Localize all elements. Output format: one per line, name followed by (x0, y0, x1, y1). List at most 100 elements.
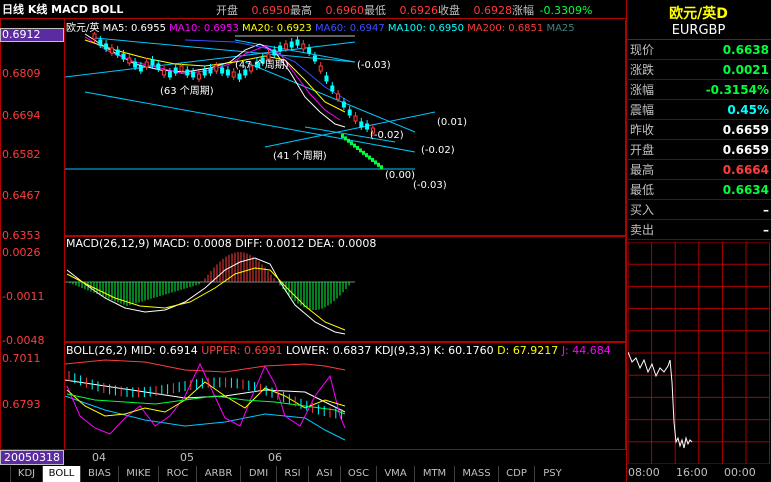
projection-dot (359, 148, 362, 153)
candle-body (109, 47, 114, 54)
tab-rsi[interactable]: RSI (276, 466, 308, 482)
candlesticks (92, 32, 375, 136)
candle-body (283, 43, 288, 50)
boll-candlesticks (68, 371, 343, 420)
annotation-a1: (-0.03) (357, 60, 391, 71)
y-tick-macd-1: -0.0011 (2, 290, 45, 303)
candle-body (307, 47, 312, 54)
tab-mass[interactable]: MASS (454, 466, 498, 482)
candle-body (214, 65, 219, 72)
info-label: 最低 (630, 183, 655, 197)
candle-body (138, 65, 143, 72)
high-label: 最高 (290, 4, 312, 17)
candle-body (266, 53, 271, 60)
macd-chart[interactable] (65, 250, 625, 340)
macd-histogram (69, 252, 350, 310)
candle-body (127, 57, 132, 64)
candle-body (104, 43, 109, 50)
info-value: 0.6659 (722, 123, 769, 137)
candle-body (191, 71, 196, 78)
info-value: – (763, 203, 769, 217)
projection-dot (365, 153, 368, 158)
candle-body (231, 71, 236, 78)
tab-arbr[interactable]: ARBR (196, 466, 240, 482)
tab-asi[interactable]: ASI (308, 466, 340, 482)
candle-body (144, 61, 149, 68)
low-value: 0.6926 (399, 4, 439, 17)
y-tick-main-5: 0.6353 (2, 229, 41, 242)
tab-boll[interactable]: BOLL (42, 466, 80, 482)
annotation-63: (63 个周期) (160, 85, 214, 97)
info-row-3: 震幅 0.45% (628, 100, 771, 120)
candle-body (324, 75, 329, 82)
projection-dot (353, 143, 356, 148)
info-label: 涨跌 (630, 63, 655, 77)
candle-body (92, 33, 97, 40)
change-value: -0.3309% (539, 4, 593, 17)
open-label: 开盘 (216, 4, 238, 17)
info-label: 卖出 (630, 223, 655, 237)
info-label: 震幅 (630, 103, 655, 117)
high-value: 0.6960 (325, 4, 365, 17)
tab-mtm[interactable]: MTM (414, 466, 454, 482)
candle-body (278, 45, 283, 52)
info-value: 0.0021 (722, 63, 769, 77)
x-tick-month-05: 05 (180, 451, 194, 464)
mini-time-1600: 16:00 (676, 466, 708, 479)
info-row-6: 最高 0.6664 (628, 160, 771, 180)
x-tick-month-04: 04 (92, 451, 106, 464)
tab-mike[interactable]: MIKE (118, 466, 158, 482)
projection-dot (362, 150, 365, 155)
candle-body (225, 69, 230, 76)
tab-bias[interactable]: BIAS (80, 466, 118, 482)
change-label: 涨幅 (512, 4, 534, 17)
info-label: 现价 (630, 43, 655, 57)
projection-dot (347, 138, 350, 143)
info-value: 0.6664 (722, 163, 769, 177)
macd-legend: MACD(26,12,9) MACD: 0.0008 DIFF: 0.0012 … (66, 237, 376, 250)
tab-cdp[interactable]: CDP (498, 466, 534, 482)
tab-psy[interactable]: PSY (534, 466, 570, 482)
tab-vma[interactable]: VMA (376, 466, 414, 482)
y-tick-main-2: 0.6694 (2, 109, 41, 122)
instrument-name: 欧元/英Ⅾ (669, 6, 728, 22)
tab-osc[interactable]: OSC (340, 466, 376, 482)
low-label: 最低 (364, 4, 386, 17)
annotation-a5: (0.00) (385, 170, 415, 181)
y-tick-main-3: 0.6582 (2, 148, 41, 161)
candle-body (330, 85, 335, 92)
candle-body (318, 65, 323, 72)
boll-lower-line (65, 395, 346, 441)
projection-dot (341, 134, 344, 138)
info-row-1: 涨跌 0.0021 (628, 60, 771, 80)
projection-dot (356, 146, 359, 150)
candle-body (121, 53, 126, 60)
candle-body (220, 67, 225, 74)
y-tick-main-4: 0.6467 (2, 189, 41, 202)
intraday-mini-chart[interactable] (628, 242, 770, 464)
tab-dmi[interactable]: DMI (240, 466, 276, 482)
candle-body (353, 115, 358, 122)
candle-body (202, 69, 207, 76)
info-row-0: 现价 0.6638 (628, 40, 771, 60)
tab-roc[interactable]: ROC (158, 466, 196, 482)
tab-kdj[interactable]: KDJ (10, 466, 42, 482)
candle-body (179, 65, 184, 72)
info-label: 涨幅 (630, 83, 655, 97)
candle-body (167, 71, 172, 78)
kline-chart[interactable]: (47 个周期) (63 个周期) (41 个周期) (-0.03) (0.01… (65, 32, 625, 235)
info-row-5: 开盘 0.6659 (628, 140, 771, 160)
mini-time-0800: 08:00 (628, 466, 660, 479)
y-tick-boll-0: 0.7011 (2, 352, 41, 365)
candle-body (289, 41, 294, 48)
candle-body (301, 43, 306, 50)
projection-dot (368, 155, 371, 160)
window-title: 日线 K线 MACD BOLL (2, 3, 124, 16)
info-row-7: 最低 0.6634 (628, 180, 771, 200)
boll-chart[interactable] (65, 356, 625, 448)
candle-body (237, 73, 242, 80)
projection-dot (350, 141, 353, 146)
candle-body (150, 59, 155, 66)
info-row-8: 买入 – (628, 200, 771, 220)
projection-dot (377, 162, 380, 167)
